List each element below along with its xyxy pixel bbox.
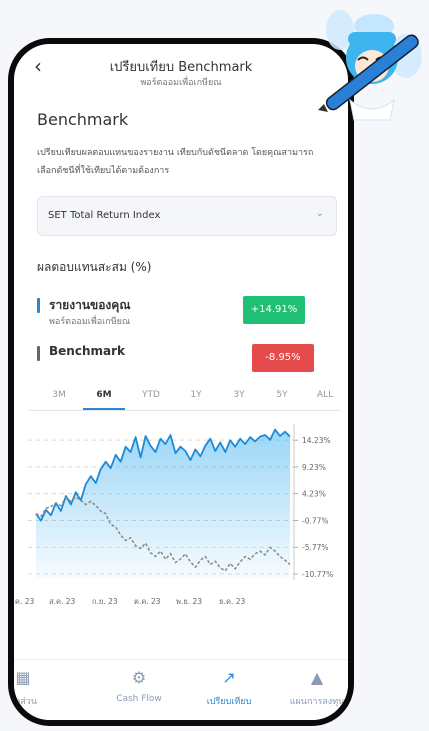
bottom-nav: ▦ สัดส่วน ⚙ Cash Flow ↗ เปรียบเทียบ ▲ แผนการลงท… <box>14 659 348 720</box>
cumulative-return-chart: 14.23% 9.23% 4.23% -0.77% -5.77% -10.77% ก.ค. … <box>14 424 333 606</box>
mascot-illustration <box>318 10 422 121</box>
nav-label: Cash Flow <box>116 694 162 704</box>
benchmark-label: Benchmark <box>49 344 125 358</box>
tab-1y[interactable]: 1Y <box>176 390 216 400</box>
portfolio-area <box>36 429 290 578</box>
index-select-value: SET Total Return Index <box>48 210 161 221</box>
x-tick-label: ธ.ค. 23 <box>219 597 246 606</box>
tab-all[interactable]: ALL <box>305 390 345 400</box>
tab-3m[interactable]: 3M <box>39 390 79 400</box>
description-text: เปรียบเทียบผลตอบแทนของรายงาน เทียบกับดัช… <box>37 148 314 176</box>
benchmark-color-bar <box>37 346 40 361</box>
chevron-down-icon: ⌄ <box>315 208 324 219</box>
y-tick-label: 9.23% <box>302 463 326 472</box>
y-tick-label: -10.77% <box>302 570 333 579</box>
index-select[interactable]: SET Total Return Index ⌄ <box>37 196 337 236</box>
y-tick-label: 14.23% <box>302 436 331 445</box>
chart-icon: ↗ <box>222 668 236 687</box>
portfolio-color-bar <box>37 298 40 313</box>
section-heading: Benchmark <box>37 110 129 129</box>
nav-item-2[interactable]: ↗ เปรียบเทียบ <box>194 668 264 708</box>
nav-label: สัดส่วน <box>8 697 38 707</box>
nav-label: เปรียบเทียบ <box>206 697 252 707</box>
y-tick-label: 4.23% <box>302 490 326 499</box>
page-title: เปรียบเทียบ Benchmark <box>109 60 253 75</box>
grid-icon: ▦ <box>15 668 31 687</box>
cash-flow-icon: ⚙ <box>131 668 147 687</box>
benchmark-return-badge: -8.95% <box>252 344 314 372</box>
y-tick-label: -5.77% <box>302 543 329 552</box>
nav-item-3[interactable]: ▲ แผนการลงทุน <box>282 668 348 708</box>
y-tick-label: -0.77% <box>302 516 329 525</box>
x-tick-label: พ.ย. 23 <box>176 597 202 606</box>
period-tabs: 3M 6M YTD 1Y 3Y 5Y ALL <box>29 382 341 411</box>
portfolio-label: รายงานของคุณ <box>49 298 131 312</box>
portfolio-sublabel: พอร์ตออมเพื่อเกษียณ <box>49 317 131 327</box>
active-tab-underline <box>83 408 125 410</box>
tab-3y[interactable]: 3Y <box>219 390 259 400</box>
x-tick-label: ส.ค. 23 <box>49 597 76 606</box>
nav-item-1[interactable]: ⚙ Cash Flow <box>104 668 174 704</box>
header: ‹ เปรียบเทียบ Benchmark พอร์ตออมเพื่อเกษ… <box>14 44 348 100</box>
tab-ytd[interactable]: YTD <box>131 390 171 400</box>
x-tick-label: ก.ค. 23 <box>14 597 34 606</box>
cumulative-return-title: ผลตอบแทนสะสม (%) <box>37 260 152 274</box>
nav-item-0[interactable]: ▦ สัดส่วน <box>8 668 58 708</box>
tab-6m[interactable]: 6M <box>84 390 124 400</box>
mountain-icon: ▲ <box>310 668 324 687</box>
tab-5y[interactable]: 5Y <box>262 390 302 400</box>
portfolio-return-badge: +14.91% <box>243 296 305 324</box>
x-tick-label: ต.ค. 23 <box>134 597 161 606</box>
phone-frame: ‹ เปรียบเทียบ Benchmark พอร์ตออมเพื่อเกษ… <box>8 38 354 726</box>
nav-label: แผนการลงทุน <box>289 697 345 707</box>
page-subtitle: พอร์ตออมเพื่อเกษียณ <box>140 78 222 88</box>
x-tick-label: ก.ย. 23 <box>92 597 118 606</box>
